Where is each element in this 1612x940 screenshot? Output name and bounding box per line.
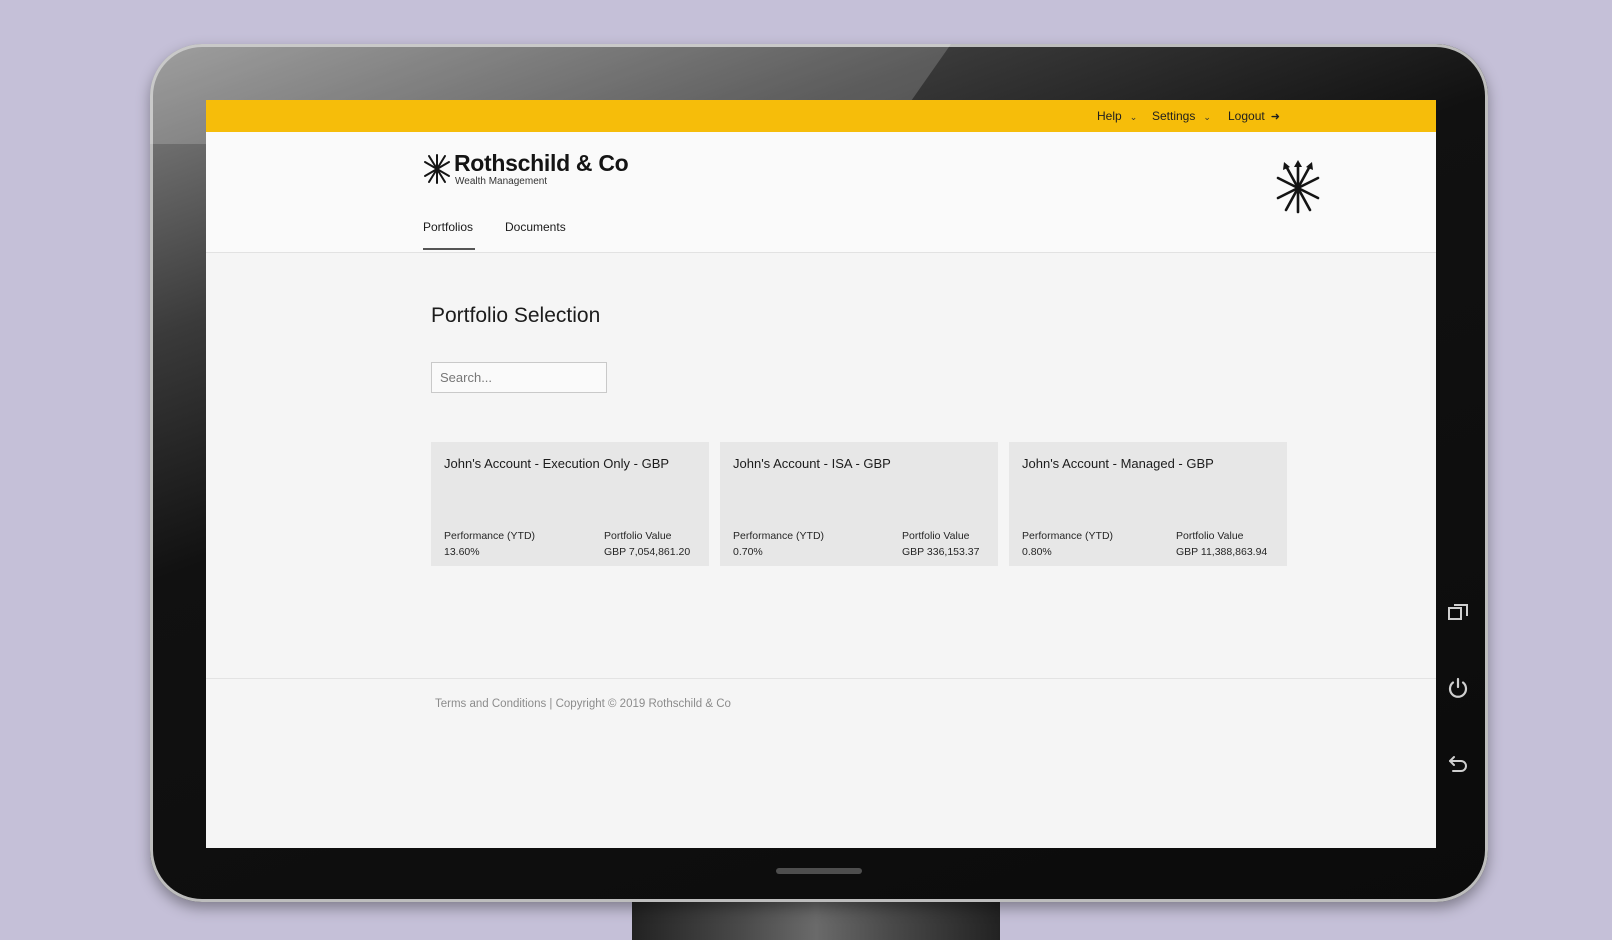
- logout-link[interactable]: Logout ➜: [1228, 100, 1280, 132]
- portfolio-value-label: Portfolio Value: [902, 530, 970, 542]
- help-menu[interactable]: Help ⌄: [1097, 100, 1137, 132]
- brand-subtitle: Wealth Management: [455, 176, 548, 187]
- monitor-stand: [632, 898, 1000, 940]
- active-tab-indicator: [423, 248, 475, 250]
- performance-value: 0.70%: [733, 546, 763, 558]
- logout-label: Logout: [1228, 109, 1265, 123]
- performance-value: 13.60%: [444, 546, 480, 558]
- logo-arrows-icon[interactable]: [423, 152, 451, 186]
- performance-label: Performance (YTD): [444, 530, 536, 542]
- app-screen: Help ⌄ Settings ⌄ Logout ➜ Rothschild & Co …: [206, 100, 1436, 848]
- performance-value: 0.80%: [1022, 546, 1052, 558]
- search-input[interactable]: [431, 362, 607, 393]
- portfolio-value: GBP 7,054,861.20: [604, 546, 691, 558]
- monitor-home-bar: [776, 868, 862, 874]
- settings-menu[interactable]: Settings ⌄: [1152, 100, 1211, 132]
- help-label: Help: [1097, 109, 1122, 123]
- power-icon[interactable]: [1446, 676, 1470, 700]
- portfolio-card[interactable]: John's Account - Execution Only - GBP Pe…: [431, 442, 709, 566]
- portfolio-value-label: Portfolio Value: [1176, 530, 1244, 542]
- windows-icon[interactable]: [1446, 600, 1470, 624]
- footer-divider: [206, 678, 1436, 679]
- page-title: Portfolio Selection: [431, 304, 601, 327]
- chevron-down-icon: ⌄: [1203, 112, 1211, 122]
- portfolio-name: John's Account - Execution Only - GBP: [444, 456, 670, 471]
- utility-bar: Help ⌄ Settings ⌄ Logout ➜: [206, 100, 1436, 132]
- portfolio-value-label: Portfolio Value: [604, 530, 672, 542]
- tab-documents[interactable]: Documents: [505, 220, 566, 234]
- chevron-down-icon: ⌄: [1129, 112, 1138, 122]
- performance-label: Performance (YTD): [733, 530, 825, 542]
- site-header: Rothschild & Co Wealth Management Portfo…: [206, 132, 1436, 253]
- brand-name[interactable]: Rothschild & Co: [454, 150, 629, 177]
- portfolio-card[interactable]: John's Account - ISA - GBP Performance (…: [720, 442, 998, 566]
- settings-label: Settings: [1152, 109, 1196, 123]
- performance-label: Performance (YTD): [1022, 530, 1114, 542]
- footer-copyright[interactable]: Terms and Conditions | Copyright © 2019 …: [435, 698, 731, 710]
- portfolio-value: GBP 11,388,863.94: [1176, 546, 1268, 558]
- portfolio-card[interactable]: John's Account - Managed - GBP Performan…: [1009, 442, 1287, 566]
- arrows-emblem-icon: [1276, 160, 1320, 214]
- back-icon[interactable]: [1446, 752, 1470, 776]
- logout-icon: ➜: [1270, 111, 1280, 123]
- tab-portfolios[interactable]: Portfolios: [423, 220, 473, 234]
- portfolio-name: John's Account - Managed - GBP: [1022, 456, 1214, 471]
- portfolio-value: GBP 336,153.37: [902, 546, 980, 558]
- portfolio-name: John's Account - ISA - GBP: [733, 456, 891, 471]
